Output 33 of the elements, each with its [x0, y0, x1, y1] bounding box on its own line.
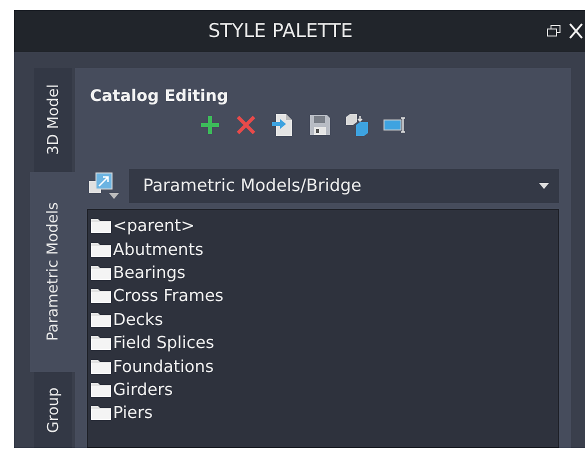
browse-path-icon[interactable] — [87, 171, 121, 201]
add-icon[interactable] — [199, 114, 221, 136]
folder-label[interactable]: Abutments — [113, 240, 204, 259]
folder-icon — [91, 288, 111, 304]
folder-label[interactable]: Foundations — [113, 356, 214, 376]
path-dropdown[interactable]: Parametric Models/Bridge — [129, 169, 559, 203]
section-heading: Catalog Editing — [90, 86, 230, 105]
folder-label[interactable]: Bearings — [113, 262, 186, 282]
folder-label[interactable]: Piers — [113, 403, 153, 422]
save-icon[interactable] — [309, 114, 331, 136]
window-title: STYLE PALETTE — [207, 20, 354, 42]
palette-tab[interactable]: Group — [34, 372, 72, 448]
copy-cube-icon[interactable] — [345, 113, 369, 137]
restore-icon[interactable] — [547, 25, 561, 37]
rename-field-icon[interactable] — [383, 116, 407, 134]
folder-label[interactable]: Cross Frames — [113, 286, 224, 306]
folder-label[interactable]: Decks — [113, 310, 164, 329]
palette-tab[interactable]: Parametric Models — [30, 172, 75, 372]
folder-icon — [91, 358, 111, 374]
folder-label[interactable]: Girders — [113, 380, 173, 399]
folder-icon — [91, 242, 111, 257]
folder-icon — [91, 264, 111, 280]
folder-icon — [91, 405, 111, 420]
close-icon[interactable] — [569, 23, 583, 39]
folder-icon — [91, 312, 111, 327]
folder-label[interactable]: <parent> — [113, 216, 195, 236]
import-file-icon[interactable] — [271, 113, 295, 137]
folder-icon — [91, 218, 111, 234]
dropdown-caret-icon — [539, 183, 549, 189]
folder-icon — [91, 382, 111, 397]
palette-tab[interactable]: 3D Model — [34, 68, 72, 172]
folder-icon — [91, 335, 111, 350]
folder-label[interactable]: Field Splices — [113, 333, 214, 352]
